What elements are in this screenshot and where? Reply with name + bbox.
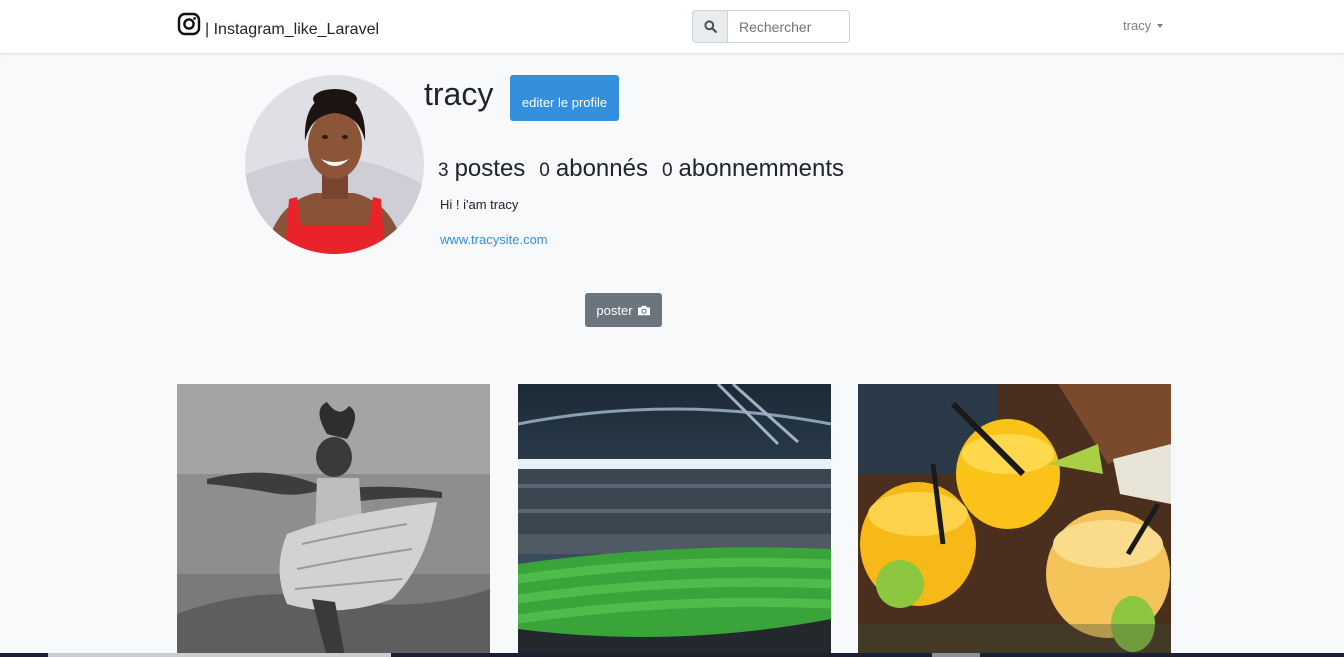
search-button[interactable] (692, 10, 728, 43)
user-dropdown[interactable]: tracy (1123, 18, 1164, 33)
taskbar-strip (0, 653, 1344, 657)
posts-label: postes (454, 155, 526, 182)
edit-profile-button[interactable]: editer le profile (510, 75, 619, 121)
poster-label: poster (596, 302, 633, 318)
brand-link[interactable]: | Instagram_like_Laravel (177, 12, 379, 41)
post-image-dancer[interactable] (177, 384, 490, 657)
posts-count: 3 (438, 160, 449, 181)
search-input[interactable] (728, 10, 850, 43)
caret-down-icon (1157, 23, 1164, 28)
profile-stats: 3 postes 0 abonnés 0 abonnemments (438, 155, 858, 183)
followers-stat: 0 abonnés (539, 155, 648, 183)
search-bar (692, 10, 850, 43)
profile-avatar (245, 75, 424, 254)
followers-label: abonnés (555, 155, 648, 182)
followers-count: 0 (539, 160, 550, 181)
profile-website-link[interactable]: www.tracysite.com (440, 232, 548, 247)
following-count: 0 (661, 160, 673, 181)
poster-button[interactable]: poster (585, 293, 662, 327)
search-icon (703, 20, 717, 33)
posts-stat: 3 postes (438, 155, 525, 183)
following-label: abonnemments (678, 155, 844, 182)
instagram-icon (177, 12, 201, 41)
user-dropdown-label: tracy (1123, 18, 1152, 33)
post-image-cocktails[interactable] (858, 384, 1171, 657)
camera-icon (637, 305, 650, 315)
following-stat: 0 abonnemments (662, 155, 844, 183)
navbar: | Instagram_like_Laravel tracy (0, 0, 1344, 54)
brand-text: | Instagram_like_Laravel (205, 20, 380, 38)
post-image-stadium[interactable] (518, 384, 831, 657)
profile-bio: Hi ! i'am tracy (440, 197, 519, 212)
profile-username: tracy (424, 76, 494, 112)
